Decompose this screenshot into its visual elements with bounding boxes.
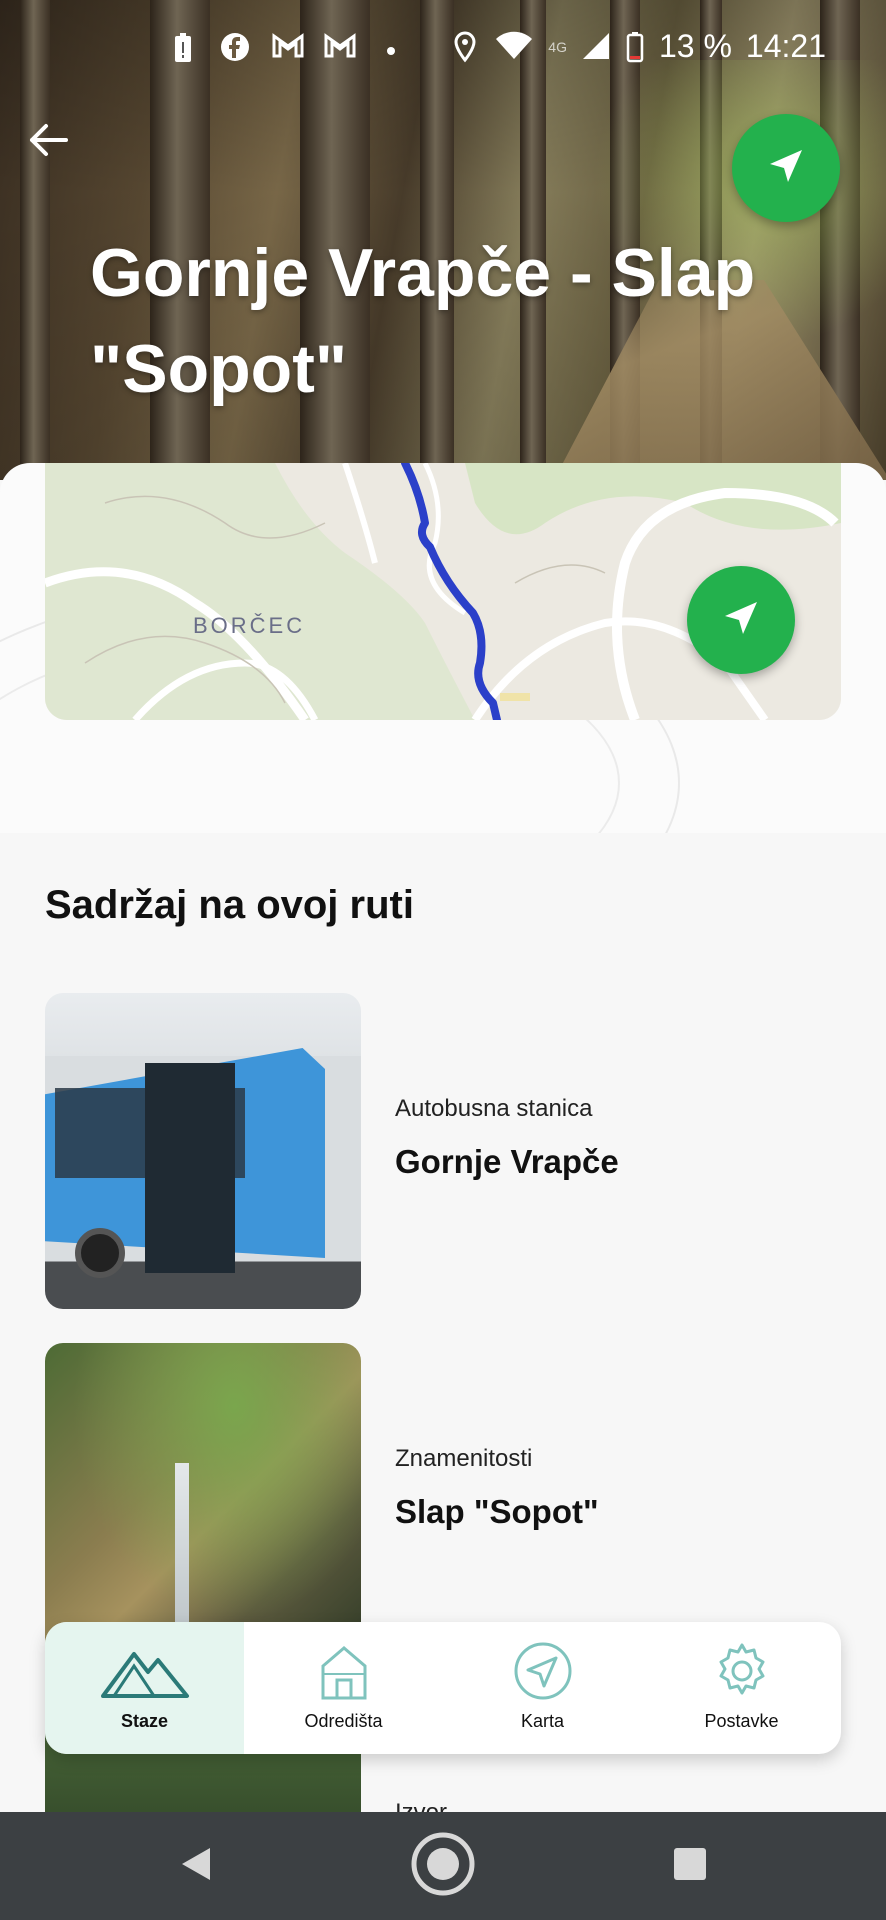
hero-header: 4G 13 % 14:21 Gornje Vrapče - Slap "Sopo…: [0, 0, 886, 480]
system-home-button[interactable]: [405, 1812, 481, 1920]
arrow-left-icon: [26, 124, 70, 166]
battery-alert-icon: [168, 32, 198, 64]
house-icon: [319, 1644, 369, 1705]
back-button[interactable]: [26, 118, 76, 168]
gmail-icon: [272, 32, 304, 64]
bus-wheel: [75, 1228, 125, 1278]
status-bar: 4G 13 % 14:21: [0, 0, 886, 96]
tab-karta[interactable]: Karta: [443, 1622, 642, 1754]
tab-postavke[interactable]: Postavke: [642, 1622, 841, 1754]
bus-stop-photo: [45, 993, 361, 1309]
gmail-icon: [324, 32, 356, 64]
map-navigation-button[interactable]: [687, 566, 795, 674]
system-recents-button[interactable]: [655, 1812, 725, 1920]
item-name: Slap "Sopot": [395, 1493, 599, 1530]
tab-label: Postavke: [704, 1711, 779, 1731]
navigation-arrow-icon: [766, 146, 806, 191]
navigation-arrow-icon: [514, 1642, 572, 1705]
tab-label: Staze: [120, 1711, 169, 1731]
item-name: Gornje Vrapče: [395, 1143, 619, 1180]
circle-home-icon: [410, 1831, 476, 1902]
tab-label: Karta: [520, 1711, 565, 1731]
more-notifications-dot-icon: [376, 32, 406, 64]
list-item[interactable]: Autobusna stanica Gornje Vrapče: [45, 993, 841, 1309]
section-title: Sadržaj na ovoj ruti: [45, 883, 414, 927]
wifi-icon: [494, 31, 534, 63]
square-recents-icon: [672, 1846, 708, 1887]
mountain-icon: [100, 1644, 190, 1705]
bottom-tab-bar: Staze Odredišta Karta Postavke: [45, 1622, 841, 1754]
waterfall-photo: [45, 1343, 361, 1659]
system-back-button[interactable]: [160, 1812, 230, 1920]
system-navigation-bar: [0, 1812, 886, 1920]
battery-percent: 13 %: [658, 28, 732, 64]
cellular-signal-icon: [581, 31, 611, 63]
item-category: Autobusna stanica: [395, 1095, 593, 1122]
location-icon: [450, 30, 480, 63]
route-map[interactable]: BORČEC: [45, 463, 841, 720]
route-title: Gornje Vrapče - Slap "Sopot": [90, 235, 756, 407]
map-section: BORČEC: [0, 463, 886, 833]
battery-icon: [625, 31, 645, 63]
triangle-back-icon: [178, 1846, 212, 1887]
tab-label: Odredišta: [304, 1711, 383, 1731]
tab-staze[interactable]: Staze: [45, 1622, 244, 1754]
clock: 14:21: [745, 28, 826, 64]
map-place-label: BORČEC: [193, 613, 306, 638]
network-type-label: 4G: [548, 38, 567, 55]
list-item[interactable]: Znamenitosti Slap "Sopot": [45, 1343, 841, 1659]
gear-icon: [713, 1642, 771, 1705]
start-navigation-button[interactable]: [732, 114, 840, 222]
bus-door: [145, 1063, 235, 1273]
navigation-arrow-icon: [721, 598, 761, 643]
item-category: Znamenitosti: [395, 1445, 533, 1472]
status-system-icons: 4G 13 % 14:21: [450, 28, 826, 65]
status-notification-icons: [168, 32, 406, 64]
tab-odredista[interactable]: Odredišta: [244, 1622, 443, 1754]
facebook-icon: [220, 32, 250, 64]
